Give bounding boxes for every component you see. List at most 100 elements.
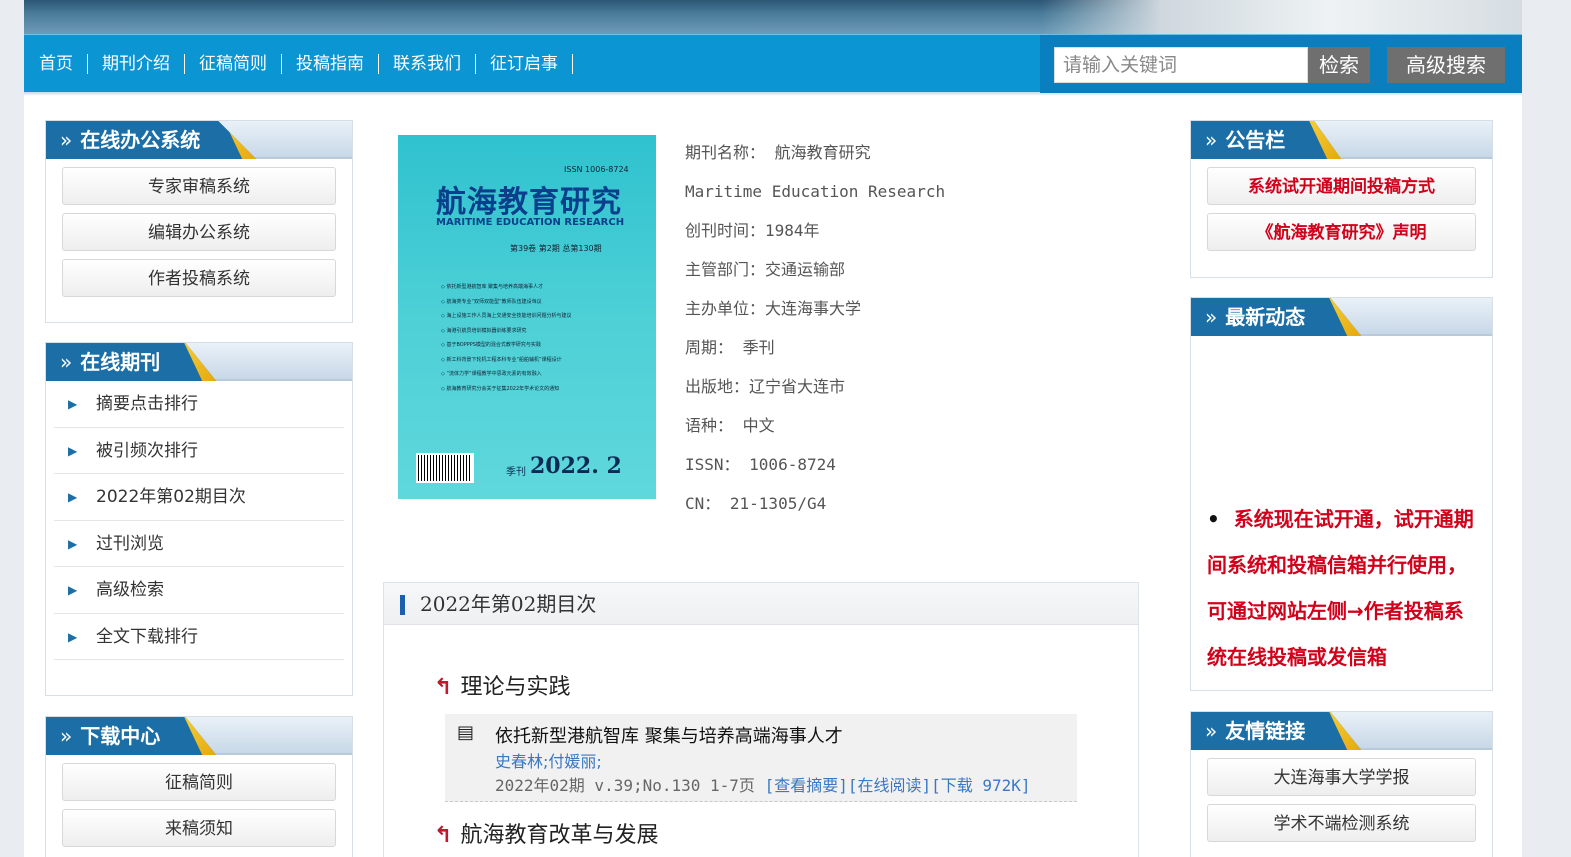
search-button[interactable]: 检索	[1308, 47, 1370, 83]
news-panel-head: » 最新动态	[1191, 298, 1492, 336]
article-authors[interactable]: 史春林;付媛丽;	[495, 748, 602, 772]
triangle-right-icon: ▶	[68, 629, 78, 644]
nav-home[interactable]: 首页	[39, 54, 88, 74]
triangle-right-icon: ▶	[68, 490, 78, 504]
journal-info: 期刊名称： 航海教育研究 Maritime Education Research…	[685, 138, 945, 528]
chevron-right-icon: »	[1205, 305, 1218, 329]
triangle-right-icon: ▶	[68, 583, 78, 597]
chevron-right-icon: »	[60, 128, 73, 152]
page: 首页 期刊介绍 征稿简则 投稿指南 联系我们 征订启事 请输入关键词 检索 高级…	[24, 0, 1522, 857]
cover-line: 航海类专业“双师双能型”教师队伍建设刍议	[438, 298, 628, 313]
chevron-right-icon: »	[1205, 719, 1218, 743]
chevron-right-icon: »	[1205, 128, 1218, 152]
journal-cover[interactable]: ISSN 1006-8724 航海教育研究 MARITIME EDUCATION…	[398, 135, 656, 499]
document-icon: ▤	[457, 722, 475, 743]
journal-link-item[interactable]: ▶ 过刊浏览	[54, 521, 344, 567]
nav-subscription[interactable]: 征订启事	[476, 54, 573, 74]
section-heading: ↰ 理论与实践	[434, 675, 571, 700]
toc-panel: 2022年第02期目次 ↰ 理论与实践 ▤ 依托新型港航智库 聚集与培养高端海事人…	[383, 582, 1139, 857]
journal-panel: » 在线期刊 ▶ 摘要点击排行 ▶ 被引频次排行 ▶ 2022年第02期目次 ▶ 过刊浏览…	[45, 342, 353, 696]
info-place: 出版地：辽宁省大连市	[685, 377, 846, 396]
notice-panel-head: » 公告栏	[1191, 121, 1492, 159]
author-submission-button[interactable]: 作者投稿系统	[62, 259, 336, 297]
info-language: 语种： 中文	[685, 416, 775, 435]
section-heading: ↰ 航海教育改革与发展	[434, 823, 659, 848]
search-input[interactable]: 请输入关键词	[1054, 47, 1308, 83]
notice-panel: » 公告栏 系统试开通期间投稿方式 《航海教育研究》声明	[1190, 120, 1493, 278]
download-rules-button[interactable]: 征稿简则	[62, 763, 336, 801]
triangle-right-icon: ▶	[68, 443, 78, 458]
curve-arrow-icon: ↰	[434, 675, 453, 700]
cover-line: 依托新型港航智库 聚集与培养高端海事人才	[438, 283, 628, 298]
download-panel: » 下载中心 征稿简则 来稿须知	[45, 716, 353, 857]
info-sponsor: 主办单位：大连海事大学	[685, 299, 862, 318]
download-panel-head: » 下载中心	[46, 717, 352, 755]
journal-links: ▶ 摘要点击排行 ▶ 被引频次排行 ▶ 2022年第02期目次 ▶ 过刊浏览 ▶ 高级检索…	[54, 381, 344, 660]
info-name: 期刊名称： 航海教育研究	[685, 143, 871, 162]
journal-panel-head: » 在线期刊	[46, 343, 352, 381]
cover-title: 航海教育研究	[436, 185, 622, 220]
journal-link-item[interactable]: ▶ 全文下载排行	[54, 614, 344, 660]
info-period: 周期： 季刊	[685, 338, 775, 357]
journal-link-item[interactable]: ▶ 高级检索	[54, 567, 344, 614]
cover-line: 基于BOPPPS模型的混合式教学研究与实践	[438, 341, 628, 356]
barcode-icon	[416, 453, 474, 483]
main-nav: 首页 期刊介绍 征稿简则 投稿指南 联系我们 征订启事 请输入关键词 检索 高级…	[24, 34, 1522, 93]
journal-link-item[interactable]: ▶ 摘要点击排行	[54, 381, 344, 428]
triangle-right-icon: ▶	[68, 397, 78, 411]
notice-item[interactable]: 《航海教育研究》声明	[1207, 213, 1476, 251]
article-title[interactable]: 依托新型港航智库 聚集与培养高端海事人才	[495, 722, 843, 748]
toc-title: 2022年第02期目次	[384, 583, 1138, 625]
links-panel-title: » 友情链接	[1191, 712, 1362, 750]
cover-period: 季刊	[506, 467, 526, 478]
cover-line: 新工科背景下轮机工程本科专业“船舶辅机”课程设计	[438, 356, 628, 371]
search-area: 请输入关键词 检索 高级搜索	[1040, 35, 1522, 93]
chevron-right-icon: »	[60, 724, 73, 748]
cover-issn: ISSN 1006-8724	[564, 165, 629, 174]
office-panel: » 在线办公系统 专家审稿系统 编辑办公系统 作者投稿系统	[45, 120, 353, 323]
info-founded: 创刊时间：1984年	[685, 221, 820, 240]
friend-link[interactable]: 大连海事大学学报	[1207, 758, 1476, 796]
nav-journal-intro[interactable]: 期刊介绍	[88, 54, 185, 74]
cover-line: 航海教育研究分会关于征集2022年学术论文的通知	[438, 385, 628, 400]
journal-panel-title: » 在线期刊	[46, 343, 217, 381]
info-issn: ISSN： 1006-8724	[685, 455, 836, 474]
friend-link[interactable]: 学术不端检测系统	[1207, 804, 1476, 842]
cover-line: 海港引航员培训模拟器训练要求研究	[438, 327, 628, 342]
download-notice-button[interactable]: 来稿须知	[62, 809, 336, 847]
article-meta: 2022年02期 v.39;No.130 1-7页 [查看摘要][在线阅读][下…	[495, 776, 1031, 795]
news-text[interactable]: • 系统现在试开通，试开通期间系统和投稿信箱并行使用，可通过网站左侧→作者投稿系统…	[1207, 496, 1479, 680]
editor-office-button[interactable]: 编辑办公系统	[62, 213, 336, 251]
nav-submission-rules[interactable]: 征稿简则	[185, 54, 282, 74]
triangle-right-icon: ▶	[68, 536, 78, 551]
links-panel: » 友情链接 大连海事大学学报 学术不端检测系统	[1190, 711, 1493, 857]
office-panel-title: » 在线办公系统	[46, 121, 257, 159]
article-links[interactable]: [查看摘要][在线阅读][下载 972K]	[765, 776, 1031, 795]
bullet-icon: •	[1207, 507, 1220, 531]
office-panel-head: » 在线办公系统	[46, 121, 352, 159]
cover-subtitle: MARITIME EDUCATION RESEARCH	[436, 217, 625, 228]
curve-arrow-icon: ↰	[434, 823, 453, 848]
news-panel-title: » 最新动态	[1191, 298, 1362, 336]
info-cn: CN： 21-1305/G4	[685, 494, 827, 513]
notice-panel-title: » 公告栏	[1191, 121, 1342, 159]
journal-link-item[interactable]: ▶ 2022年第02期目次	[54, 474, 344, 521]
chevron-right-icon: »	[60, 350, 73, 374]
advanced-search-button[interactable]: 高级搜索	[1387, 47, 1505, 83]
nav-submission-guide[interactable]: 投稿指南	[282, 54, 379, 74]
info-supervisor: 主管部门：交通运输部	[685, 260, 846, 279]
expert-review-button[interactable]: 专家审稿系统	[62, 167, 336, 205]
news-panel: » 最新动态 • 系统现在试开通，试开通期间系统和投稿信箱并行使用，可通过网站左侧→…	[1190, 297, 1493, 691]
journal-link-item[interactable]: ▶ 被引频次排行	[54, 428, 344, 474]
cover-issue: 2022. 2	[530, 453, 622, 479]
links-panel-head: » 友情链接	[1191, 712, 1492, 750]
header-banner	[24, 0, 1522, 34]
info-english-name: Maritime Education Research	[685, 182, 946, 201]
cover-line: 海上设施工作人员海上交通安全技能培训问题分析与建议	[438, 312, 628, 327]
cover-contents: 依托新型港航智库 聚集与培养高端海事人才 航海类专业“双师双能型”教师队伍建设刍…	[438, 283, 628, 399]
article-item: ▤ 依托新型港航智库 聚集与培养高端海事人才 史春林;付媛丽; 2022年02期…	[445, 714, 1077, 802]
notice-item[interactable]: 系统试开通期间投稿方式	[1207, 167, 1476, 205]
cover-volume: 第39卷 第2期 总第130期	[510, 244, 602, 253]
nav-contact[interactable]: 联系我们	[379, 54, 476, 74]
cover-line: “流体力学”课程教学中思政元素的有效融入	[438, 370, 628, 385]
